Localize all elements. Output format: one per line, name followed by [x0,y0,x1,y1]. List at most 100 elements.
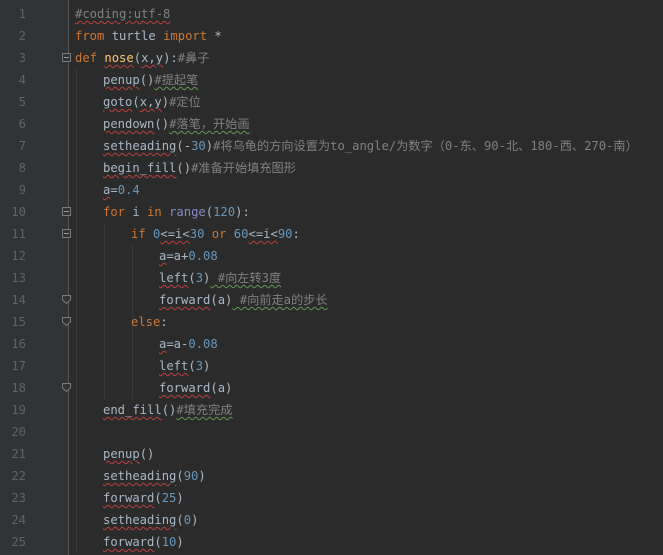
code-line[interactable]: penup()#提起笔 [0,69,663,91]
code-line-text[interactable]: def nose(x,y):#鼻子 [75,47,209,69]
code-line[interactable]: goto(x,y)#定位 [0,91,663,113]
code-line[interactable]: left(3) [0,355,663,377]
code-token: ) [203,359,211,373]
code-line[interactable]: a=a-0.08 [0,333,663,355]
code-line-text[interactable]: setheading(-30)#将乌龟的方向设置为to_angle/为数字（0-… [103,135,638,157]
code-token: if [131,227,146,241]
code-line-text[interactable]: #coding:utf-8 [75,3,170,25]
code-line-text[interactable]: forward(25) [103,487,184,509]
code-line-text[interactable]: begin_fill()#准备开始填充图形 [103,157,296,179]
code-line-text[interactable]: goto(x,y)#定位 [103,91,201,113]
code-token: () [154,117,170,131]
code-token: range [169,205,206,219]
code-line[interactable]: a=a+0.08 [0,245,663,267]
code-line-text[interactable]: from turtle import * [75,25,222,47]
code-token: setheading [103,139,177,153]
code-line-text[interactable]: a=a+0.08 [159,245,218,267]
code-line[interactable]: else: [0,311,663,333]
code-token: ( [188,359,196,373]
code-line-text[interactable]: penup() [103,443,154,465]
code-line[interactable]: left(3) #向左转3度 [0,267,663,289]
code-token: x,y [139,95,162,109]
code-line[interactable] [0,421,663,443]
code-line[interactable]: setheading(90) [0,465,663,487]
code-token: from [75,29,105,43]
code-token: left [159,271,189,285]
code-token: (a) [210,293,233,307]
code-line-text[interactable]: forward(a) [159,377,232,399]
code-token: ( [176,513,184,527]
code-token: () [161,403,177,417]
code-line[interactable]: begin_fill()#准备开始填充图形 [0,157,663,179]
code-token: #向左转3度 [210,271,282,285]
code-token: forward [103,491,155,505]
code-token: goto [103,95,133,109]
code-token: ) [176,491,184,505]
code-line[interactable]: if 0<=i<30 or 60<=i<90: [0,223,663,245]
code-token: ): [163,51,178,65]
code-line-text[interactable]: setheading(0) [103,509,198,531]
code-token: 10 [161,535,177,549]
code-line-text[interactable]: penup()#提起笔 [103,69,198,91]
code-token: = [110,183,118,197]
code-token: 30 [191,139,206,153]
code-token: #落笔，开始画 [169,117,250,131]
code-line[interactable]: def nose(x,y):#鼻子 [0,47,663,69]
code-line[interactable]: penup() [0,443,663,465]
code-token: turtle [104,29,164,43]
code-line[interactable]: forward(25) [0,487,663,509]
code-line-text[interactable]: forward(a) #向前走a的步长 [159,289,328,311]
code-line-text[interactable]: a=0.4 [103,179,140,201]
code-line[interactable]: end_fill()#填充完成 [0,399,663,421]
code-token: forward [103,535,155,549]
code-line-text[interactable]: else: [131,311,168,333]
code-token: 3 [195,359,204,373]
code-line[interactable]: from turtle import * [0,25,663,47]
code-token: #填充完成 [176,403,233,417]
code-token: ) [191,513,199,527]
code-line-text[interactable]: end_fill()#填充完成 [103,399,232,421]
code-token: 0 [183,513,192,527]
code-token: 30 [189,227,205,241]
code-token: for [103,205,126,219]
code-line[interactable]: forward(10) [0,531,663,553]
code-line[interactable]: setheading(0) [0,509,663,531]
code-line[interactable]: forward(a) [0,377,663,399]
code-token: () [139,73,155,87]
code-line[interactable]: a=0.4 [0,179,663,201]
code-token: 90 [277,227,293,241]
code-line-text[interactable]: for i in range(120): [103,201,250,223]
code-token: #提起笔 [154,73,199,87]
code-token: else [131,315,161,329]
code-token: 60 [233,227,249,241]
code-editor[interactable]: 1 #coding:utf-8 2 from turtle import * 3 def … [0,0,663,555]
code-token: 3 [195,271,204,285]
code-line[interactable]: #coding:utf-8 [0,3,663,25]
code-token: setheading [103,513,177,527]
code-line-text[interactable]: if 0<=i<30 or 60<=i<90: [131,223,300,245]
code-token: pendown [103,117,155,131]
code-token: ( [176,469,184,483]
code-token: setheading [103,469,177,483]
code-token: ( [188,271,196,285]
code-line-text[interactable]: pendown()#落笔，开始画 [103,113,250,135]
code-token: begin_fill [103,161,177,175]
code-token: ( [133,51,142,65]
code-token: ( [154,491,162,505]
code-token: nose [104,51,134,65]
code-line[interactable]: forward(a) #向前走a的步长 [0,289,663,311]
code-token: ) [205,139,214,153]
code-token: : [292,227,300,241]
code-line[interactable]: for i in range(120): [0,201,663,223]
code-line-text[interactable]: setheading(90) [103,465,206,487]
code-token: <=i< [160,227,190,241]
code-line-text[interactable]: left(3) #向左转3度 [159,267,281,289]
code-line[interactable]: setheading(-30)#将乌龟的方向设置为to_angle/为数字（0-… [0,135,663,157]
code-line-text[interactable]: a=a-0.08 [159,333,218,355]
code-line-text[interactable]: left(3) [159,355,210,377]
code-line[interactable]: pendown()#落笔，开始画 [0,113,663,135]
code-line-text[interactable]: forward(10) [103,531,184,553]
code-token: ( [205,205,214,219]
